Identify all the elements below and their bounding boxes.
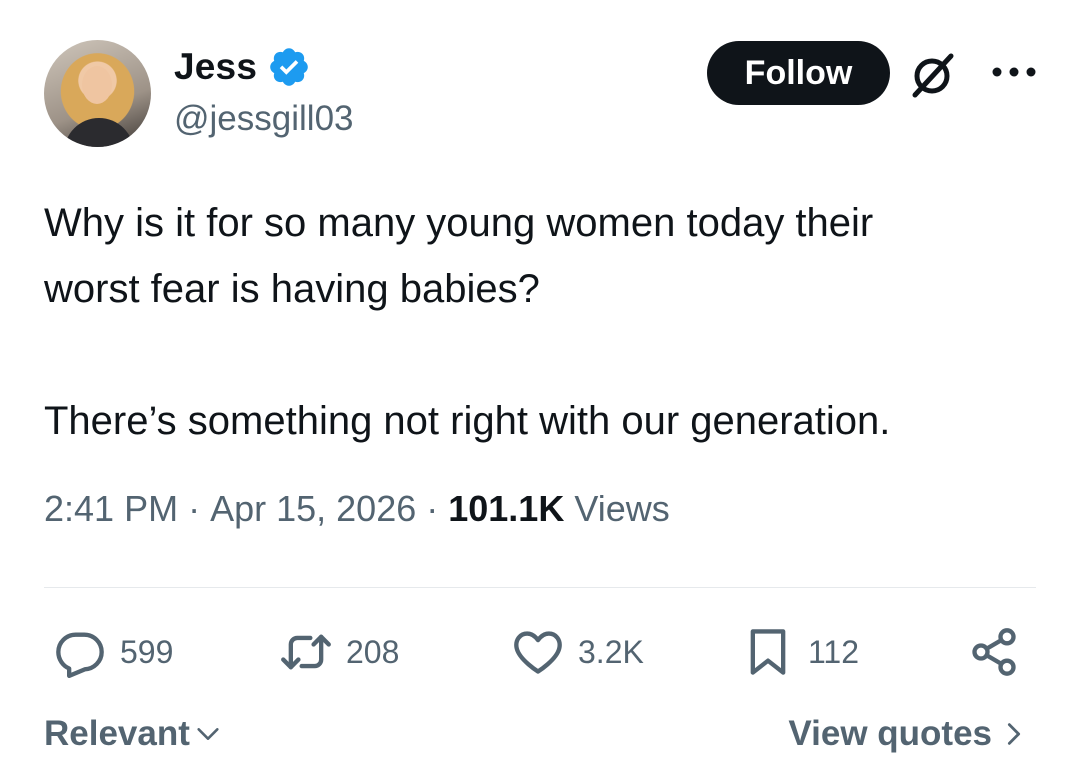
like-button[interactable]: 3.2K (512, 622, 644, 682)
views-count: 101.1K (448, 488, 565, 529)
reply-count: 599 (120, 633, 174, 670)
retweet-count: 208 (346, 633, 400, 670)
author-name[interactable]: Jess (174, 46, 257, 88)
chevron-right-icon (1007, 723, 1021, 745)
share-button[interactable] (968, 622, 1020, 682)
meta-separator: · (178, 488, 211, 529)
avatar-coat (64, 118, 134, 147)
meta-separator-2: · (416, 488, 449, 529)
author-handle[interactable]: @jessgill03 (174, 99, 354, 139)
bookmark-count: 112 (808, 633, 860, 670)
tweet-text: Why is it for so many young women today … (44, 201, 891, 443)
retweet-icon (281, 634, 331, 670)
share-icon (972, 628, 1016, 676)
sort-relevant-dropdown[interactable]: Relevant (44, 714, 222, 754)
verified-badge-icon (270, 48, 308, 86)
follow-button[interactable]: Follow (707, 41, 890, 105)
view-quotes-link[interactable]: View quotes (788, 714, 1028, 754)
retweet-button[interactable]: 208 (280, 622, 399, 682)
more-horizontal-icon[interactable] (989, 60, 1039, 84)
view-quotes-label: View quotes (788, 714, 992, 753)
grok-icon[interactable] (905, 47, 961, 103)
bookmark-icon (750, 629, 786, 675)
divider (44, 587, 1036, 588)
tweet-date[interactable]: Apr 15, 2026 (210, 488, 416, 530)
reply-icon (56, 632, 104, 678)
author-name-row[interactable]: Jess (174, 43, 311, 91)
like-count: 3.2K (578, 633, 644, 670)
tweet-meta: 2:41 PM · Apr 15, 2026 · 101.1K Views (44, 488, 670, 530)
sort-label: Relevant (44, 714, 190, 753)
tweet-time[interactable]: 2:41 PM (44, 488, 178, 530)
heart-icon (514, 631, 562, 674)
reply-button[interactable]: 599 (54, 622, 173, 682)
bookmark-button[interactable]: 112 (742, 622, 859, 682)
views-label: Views (564, 488, 670, 529)
chevron-down-icon (197, 728, 219, 740)
avatar[interactable] (44, 40, 151, 147)
avatar-face (82, 66, 112, 104)
